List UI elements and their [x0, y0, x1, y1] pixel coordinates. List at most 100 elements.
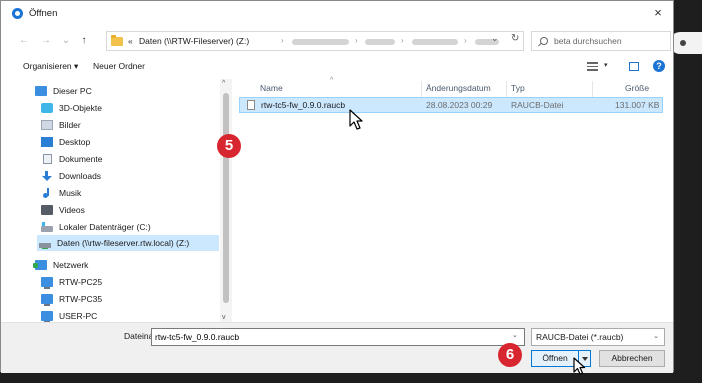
view-dropdown-icon[interactable]: ▾	[604, 61, 608, 69]
nav-item-this-pc[interactable]: Dieser PC	[35, 83, 92, 99]
folder-icon	[111, 35, 123, 46]
preview-pane-icon[interactable]	[629, 62, 639, 71]
column-header-name[interactable]: Name	[260, 83, 283, 93]
computer-icon	[41, 311, 53, 322]
organize-button[interactable]: Organisieren ▾	[23, 61, 78, 72]
network-icon	[33, 260, 47, 270]
column-divider[interactable]	[506, 81, 507, 97]
column-header-date[interactable]: Änderungsdatum	[426, 83, 491, 93]
scroll-down-icon[interactable]: v	[222, 314, 226, 321]
column-header-size[interactable]: Größe	[625, 83, 649, 93]
column-divider[interactable]	[592, 81, 593, 97]
nav-item-label: Lokaler Datenträger (C:)	[59, 222, 151, 232]
column-header-type[interactable]: Typ	[511, 83, 525, 93]
background-window	[670, 0, 702, 383]
search-icon	[540, 37, 548, 45]
pictures-icon	[41, 120, 53, 130]
file-date: 28.08.2023 00:29	[426, 100, 493, 110]
file-type: RAUCB-Datei	[511, 100, 564, 110]
breadcrumb-separator[interactable]: ›	[401, 36, 404, 45]
nav-item-music[interactable]: Musik	[41, 185, 81, 201]
search-input[interactable]	[554, 33, 664, 49]
breadcrumb-separator[interactable]: ›	[464, 36, 467, 45]
nav-item-downloads[interactable]: Downloads	[41, 168, 101, 184]
3d-objects-icon	[41, 103, 53, 113]
documents-icon	[43, 154, 52, 164]
filetype-value: RAUCB-Datei (*.raucb)	[536, 332, 624, 342]
up-button[interactable]: ↑	[77, 33, 91, 49]
title-bar: Öffnen ×	[1, 1, 673, 25]
filename-dropdown-icon[interactable]: ⌄	[512, 331, 518, 339]
scrollbar-thumb[interactable]	[223, 93, 229, 303]
nav-item-pictures[interactable]: Bilder	[41, 117, 81, 133]
background-window-bar	[670, 32, 702, 54]
breadcrumb-separator[interactable]: ›	[355, 36, 358, 45]
breadcrumb-separator[interactable]: ›	[281, 36, 284, 45]
background-window-icon	[680, 40, 686, 46]
music-icon	[41, 188, 53, 198]
nav-item-label: 3D-Objekte	[59, 103, 102, 113]
nav-item-local-drive[interactable]: Lokaler Datenträger (C:)	[41, 219, 151, 235]
nav-item-videos[interactable]: Videos	[41, 202, 85, 218]
help-icon[interactable]: ?	[653, 60, 665, 72]
address-dropdown-icon[interactable]: ⌄	[491, 33, 499, 44]
breadcrumb-overflow[interactable]: «	[128, 36, 133, 46]
filetype-dropdown-icon: ⌄	[653, 333, 659, 340]
nav-item-network-drive[interactable]: Daten (\\rtw-fileserver.rtw.local) (Z:)	[37, 235, 219, 251]
nav-item-network[interactable]: Netzwerk	[33, 257, 89, 273]
nav-item-label: Bilder	[59, 120, 81, 130]
filetype-select[interactable]: RAUCB-Datei (*.raucb) ⌄	[531, 328, 665, 346]
navigation-scrollbar[interactable]: ^ v	[220, 79, 232, 322]
refresh-icon[interactable]: ↻	[511, 33, 519, 44]
dialog-title: Öffnen	[29, 7, 58, 19]
mouse-pointer-icon	[349, 109, 363, 130]
file-row[interactable]: rtw-tc5-fw_0.9.0.raucb 28.08.2023 00:29 …	[239, 97, 663, 113]
nav-item-user-pc[interactable]: USER-PC	[41, 308, 97, 322]
computer-icon	[41, 294, 53, 306]
file-list: ^ Name Änderungsdatum Typ Größe rtw-tc5-…	[234, 77, 670, 322]
file-size: 131.007 KB	[615, 100, 660, 110]
back-button[interactable]: ←	[17, 33, 31, 49]
new-folder-button[interactable]: Neuer Ordner	[93, 61, 145, 71]
breadcrumb-drive[interactable]: Daten (\\RTW-Fileserver) (Z:)	[139, 36, 249, 46]
nav-item-3d-objects[interactable]: 3D-Objekte	[41, 100, 102, 116]
filename-input[interactable]	[151, 328, 525, 346]
nav-item-rtw-pc25[interactable]: RTW-PC25	[41, 274, 102, 290]
command-bar: Organisieren ▾ Neuer Ordner ▾ ?	[1, 57, 673, 77]
mouse-pointer-icon	[573, 357, 586, 375]
close-button[interactable]: ×	[649, 4, 667, 22]
navigation-pane: Dieser PC 3D-Objekte Bilder Desktop Doku…	[1, 79, 229, 322]
view-options-icon[interactable]	[587, 62, 598, 71]
downloads-icon	[41, 171, 53, 181]
background-strip	[0, 372, 702, 383]
scroll-up-icon[interactable]: ^	[222, 80, 225, 87]
desktop-icon	[41, 137, 53, 147]
nav-item-label: USER-PC	[59, 311, 98, 321]
step-marker-6: 6	[498, 343, 522, 367]
breadcrumb-redacted[interactable]	[365, 39, 395, 45]
nav-item-desktop[interactable]: Desktop	[41, 134, 90, 150]
open-button[interactable]: Öffnen	[531, 350, 579, 367]
recent-locations-button[interactable]: ⌄	[59, 33, 73, 49]
nav-item-rtw-pc35[interactable]: RTW-PC35	[41, 291, 102, 307]
nav-item-label: Videos	[59, 205, 85, 215]
nav-item-label: RTW-PC25	[59, 277, 103, 287]
breadcrumb-redacted[interactable]	[292, 39, 349, 45]
breadcrumb-redacted[interactable]	[412, 39, 458, 45]
videos-icon	[41, 205, 53, 215]
cancel-button[interactable]: Abbrechen	[599, 350, 665, 367]
nav-item-documents[interactable]: Dokumente	[41, 151, 102, 167]
file-icon	[247, 100, 255, 110]
nav-item-label: Downloads	[59, 171, 102, 181]
step-marker-5: 5	[217, 134, 241, 158]
nav-item-label: Daten (\\rtw-fileserver.rtw.local) (Z:)	[57, 238, 190, 248]
nav-item-label: RTW-PC35	[59, 294, 103, 304]
browser-app-icon	[12, 7, 23, 19]
search-box[interactable]	[531, 31, 671, 51]
forward-button[interactable]: →	[39, 33, 53, 49]
address-bar[interactable]: « Daten (\\RTW-Fileserver) (Z:) › › › ›	[106, 31, 524, 51]
column-divider[interactable]	[421, 81, 422, 97]
computer-icon	[41, 277, 53, 289]
local-drive-icon	[41, 221, 53, 232]
nav-item-label: Netzwerk	[53, 260, 89, 270]
